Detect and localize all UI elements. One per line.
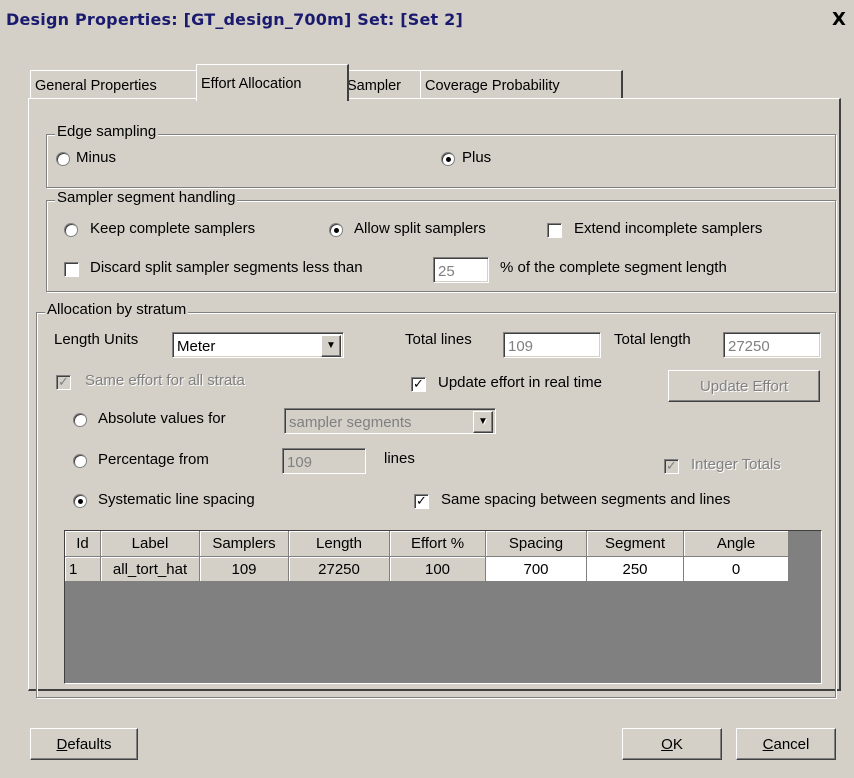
minus-radio[interactable] [56, 152, 70, 166]
cancel-accel: C [762, 736, 774, 753]
update-effort-button[interactable]: Update Effort [668, 370, 820, 402]
col-header-spacing[interactable]: Spacing [485, 531, 587, 557]
same-spacing-label: Same spacing between segments and lines [441, 491, 731, 508]
same-effort-checkbox[interactable]: ✓ [56, 375, 71, 390]
tab-general-properties[interactable]: General Properties [30, 70, 203, 99]
percentage-label: Percentage from [98, 451, 209, 468]
same-effort-label: Same effort for all strata [85, 372, 245, 389]
plus-radio[interactable] [441, 152, 455, 166]
integer-totals-checkbox[interactable]: ✓ [664, 459, 679, 474]
absolute-values-radio[interactable] [73, 413, 87, 427]
total-lines-label: Total lines [405, 331, 472, 348]
edge-sampling-legend: Edge sampling [55, 123, 159, 140]
col-header-label[interactable]: Label [100, 531, 200, 557]
absolute-values-label: Absolute values for [98, 410, 226, 427]
update-realtime-checkbox[interactable]: ✓ [411, 377, 426, 392]
cell-effort: 100 [389, 556, 486, 582]
title-bar: Design Properties: [GT_design_700m] Set:… [0, 0, 854, 42]
stratum-table: Id Label Samplers Length Effort % Spacin… [65, 531, 789, 582]
allocation-legend: Allocation by stratum [45, 301, 189, 318]
systematic-spacing-radio[interactable] [73, 494, 87, 508]
minus-label: Minus [76, 149, 117, 166]
cell-segment[interactable]: 250 [586, 556, 684, 582]
discard-split-checkbox[interactable] [64, 262, 79, 277]
tab-label: Effort Allocation [201, 76, 302, 92]
triangle-down-icon[interactable]: ▼ [473, 411, 493, 433]
discard-suffix-label: % of the complete segment length [500, 259, 727, 276]
length-units-label: Length Units [54, 331, 139, 348]
cell-spacing[interactable]: 700 [485, 556, 587, 582]
ok-button[interactable]: OK [622, 728, 722, 760]
col-header-length[interactable]: Length [288, 531, 390, 557]
update-realtime-label: Update effort in real time [438, 374, 602, 391]
length-units-select[interactable]: Meter ▼ [172, 332, 344, 358]
plus-label: Plus [462, 149, 492, 166]
col-header-id[interactable]: Id [65, 531, 101, 557]
defaults-label: efaults [67, 736, 112, 753]
tab-effort-allocation[interactable]: Effort Allocation [196, 64, 349, 101]
percentage-field[interactable]: 109 [282, 448, 366, 474]
same-spacing-checkbox[interactable]: ✓ [414, 494, 429, 509]
cell-angle[interactable]: 0 [683, 556, 789, 582]
percentage-radio[interactable] [73, 454, 87, 468]
extend-incomplete-checkbox[interactable] [547, 223, 562, 238]
window-title: Design Properties: [GT_design_700m] Set:… [6, 10, 463, 29]
systematic-spacing-label: Systematic line spacing [98, 491, 255, 508]
extend-incomplete-label: Extend incomplete samplers [574, 220, 763, 237]
length-units-value: Meter [177, 338, 216, 355]
grid-header-row: Id Label Samplers Length Effort % Spacin… [65, 531, 789, 557]
keep-complete-label: Keep complete samplers [90, 220, 256, 237]
percentage-suffix-label: lines [384, 450, 415, 467]
total-lines-field: 109 [503, 332, 601, 358]
ok-label: K [672, 736, 683, 753]
cancel-button[interactable]: Cancel [736, 728, 836, 760]
ok-accel: O [661, 736, 673, 753]
tab-coverage-probability[interactable]: Coverage Probability [420, 70, 623, 99]
cell-samplers: 109 [199, 556, 289, 582]
total-length-field: 27250 [723, 332, 821, 358]
tab-sampler[interactable]: Sampler [342, 70, 427, 99]
close-button[interactable]: X [828, 10, 850, 32]
discard-split-label: Discard split sampler segments less than [90, 259, 363, 276]
allow-split-radio[interactable] [329, 223, 343, 237]
defaults-accel: D [56, 736, 68, 753]
tab-label: General Properties [35, 78, 157, 94]
col-header-effort[interactable]: Effort % [389, 531, 486, 557]
segment-handling-legend: Sampler segment handling [55, 189, 238, 206]
tab-label: Sampler [347, 78, 401, 94]
cell-length: 27250 [288, 556, 390, 582]
allow-split-label: Allow split samplers [354, 220, 486, 237]
triangle-down-icon[interactable]: ▼ [321, 335, 341, 357]
keep-complete-radio[interactable] [64, 223, 78, 237]
total-length-label: Total length [614, 331, 691, 348]
table-row[interactable]: 1 all_tort_hat 109 27250 100 700 250 0 [65, 556, 789, 582]
integer-totals-label: Integer Totals [691, 456, 781, 473]
discard-threshold-input[interactable]: 25 [433, 257, 489, 283]
absolute-values-select[interactable]: sampler segments ▼ [284, 408, 496, 434]
tab-label: Coverage Probability [425, 78, 560, 94]
stratum-grid[interactable]: Id Label Samplers Length Effort % Spacin… [64, 530, 822, 684]
col-header-samplers[interactable]: Samplers [199, 531, 289, 557]
defaults-button[interactable]: Defaults [30, 728, 138, 760]
col-header-segment[interactable]: Segment [586, 531, 684, 557]
cell-id: 1 [65, 556, 101, 582]
col-header-angle[interactable]: Angle [683, 531, 789, 557]
cancel-label: ancel [773, 736, 810, 753]
cell-label: all_tort_hat [100, 556, 200, 582]
absolute-values-select-value: sampler segments [289, 414, 412, 431]
